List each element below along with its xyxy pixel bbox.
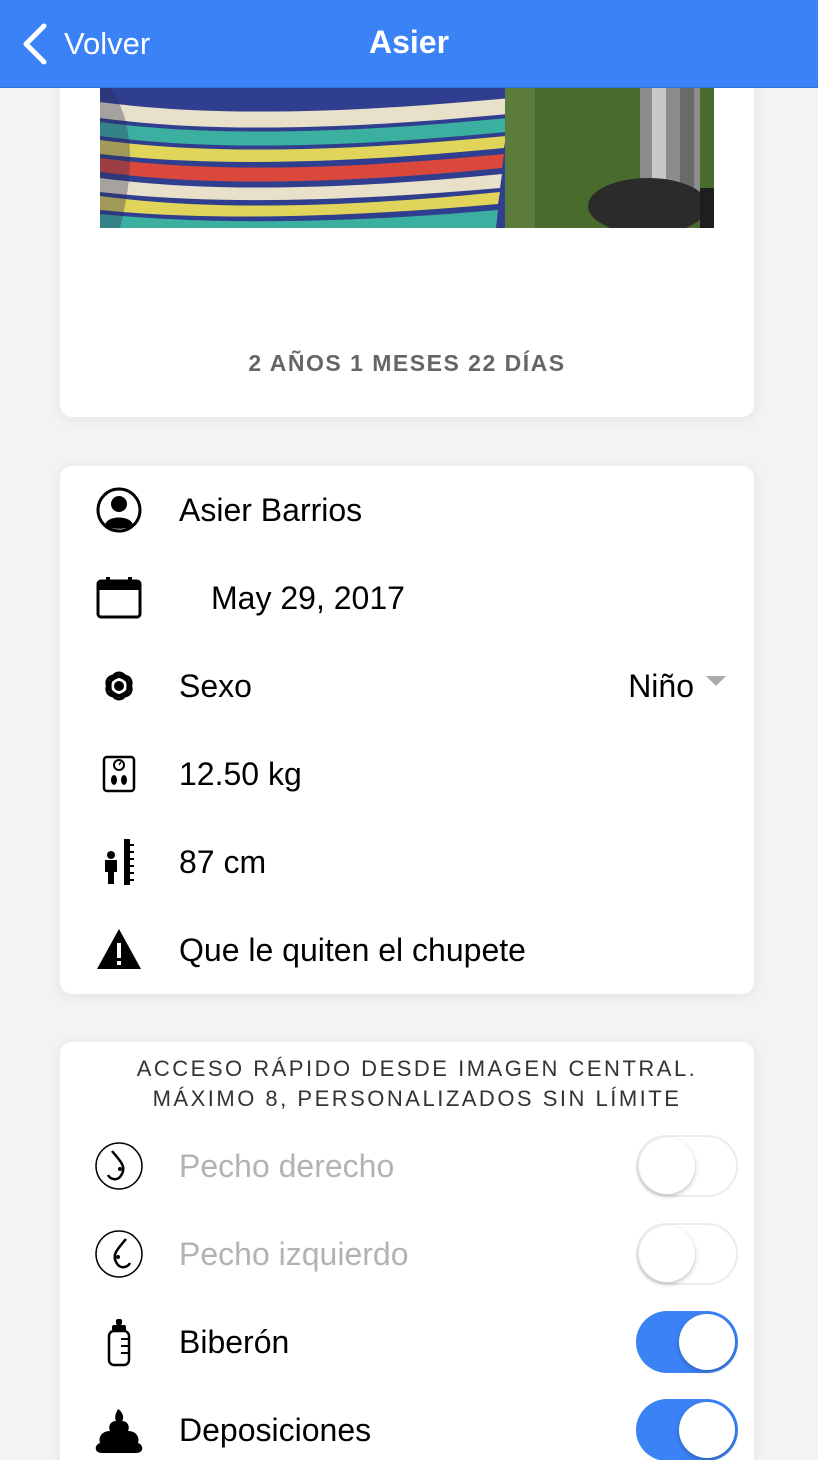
quick-item-pecho-izquierdo: Pecho izquierdo: [60, 1210, 754, 1298]
birthdate-value: May 29, 2017: [211, 579, 405, 616]
quick-access-title: ACCESO RÁPIDO DESDE IMAGEN CENTRAL. MÁXI…: [100, 1054, 734, 1114]
weight-row[interactable]: 12.50 kg: [60, 730, 754, 818]
quick-item-pecho-derecho: Pecho derecho: [60, 1122, 754, 1210]
note-value: Que le quiten el chupete: [179, 931, 526, 968]
breast-left-icon: [94, 1229, 144, 1279]
quick-access-title-line2: MÁXIMO 8, PERSONALIZADOS SIN LÍMITE: [152, 1086, 682, 1111]
toggle-pecho-izquierdo[interactable]: [636, 1223, 738, 1285]
calendar-icon: [94, 573, 144, 623]
note-row[interactable]: Que le quiten el chupete: [60, 906, 754, 994]
weight-value: 12.50 kg: [179, 755, 302, 792]
gender-icon: [94, 661, 144, 711]
sex-label: Sexo: [179, 667, 252, 704]
poop-icon: [94, 1405, 144, 1455]
quick-item-label: Pecho izquierdo: [179, 1235, 409, 1272]
dropdown-caret-icon: [706, 676, 726, 686]
profile-photo-card: 2 AÑOS 1 MESES 22 DÍAS: [60, 40, 754, 417]
quick-item-label: Pecho derecho: [179, 1147, 395, 1184]
quick-access-card: ACCESO RÁPIDO DESDE IMAGEN CENTRAL. MÁXI…: [60, 1042, 754, 1460]
toggle-knob: [679, 1314, 735, 1370]
child-info-card: Asier Barrios May 29, 2017 Sexo Niño 12.…: [60, 466, 754, 994]
height-value: 87 cm: [179, 843, 267, 880]
age-label: 2 AÑOS 1 MESES 22 DÍAS: [248, 350, 566, 376]
toggle-knob: [639, 1226, 695, 1282]
toggle-knob: [679, 1402, 735, 1458]
breast-right-icon: [94, 1141, 144, 1191]
warning-icon: [94, 925, 144, 975]
back-label: Volver: [64, 26, 151, 61]
sex-select[interactable]: Niño: [628, 668, 726, 705]
sex-row[interactable]: Sexo Niño: [60, 642, 754, 730]
bottle-icon: [94, 1317, 144, 1367]
name-row[interactable]: Asier Barrios: [60, 466, 754, 554]
birthdate-row[interactable]: May 29, 2017: [60, 554, 754, 642]
toggle-pecho-derecho[interactable]: [636, 1135, 738, 1197]
toggle-knob: [639, 1138, 695, 1194]
quick-item-biberon: Biberón: [60, 1298, 754, 1386]
child-name: Asier Barrios: [179, 491, 363, 528]
nav-bar: Volver Asier: [0, 0, 818, 88]
chevron-left-icon: [23, 23, 47, 65]
sex-value: Niño: [628, 667, 694, 704]
toggle-deposiciones[interactable]: [636, 1399, 738, 1460]
toggle-biberon[interactable]: [636, 1311, 738, 1373]
scale-icon: [94, 749, 144, 799]
quick-item-label: Deposiciones: [179, 1411, 372, 1448]
height-icon: [94, 837, 144, 887]
baby-photo[interactable]: [100, 88, 714, 228]
back-button[interactable]: Volver: [20, 22, 150, 66]
quick-access-title-line1: ACCESO RÁPIDO DESDE IMAGEN CENTRAL.: [136, 1056, 698, 1081]
user-icon: [94, 485, 144, 535]
quick-item-deposiciones: Deposiciones: [60, 1386, 754, 1460]
height-row[interactable]: 87 cm: [60, 818, 754, 906]
quick-item-label: Biberón: [179, 1323, 290, 1360]
